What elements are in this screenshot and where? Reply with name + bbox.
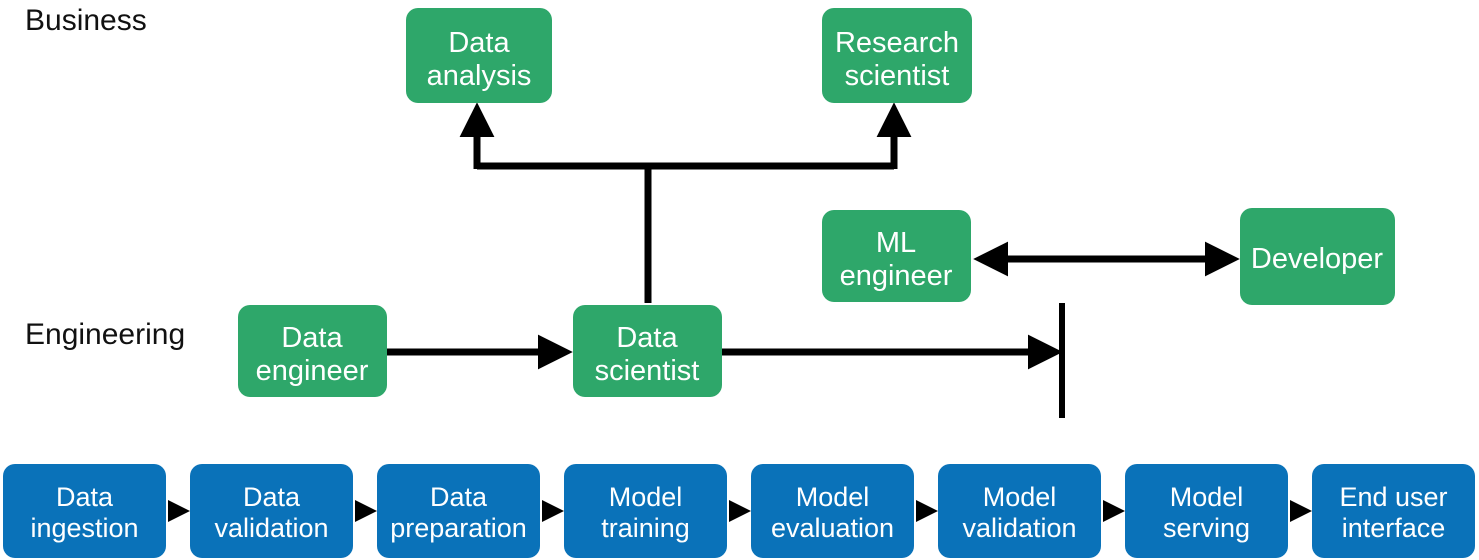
node-ml-engineer[interactable]: ML engineer xyxy=(822,210,971,302)
pipeline-stage[interactable]: Dataingestion xyxy=(3,464,166,558)
node-research-scientist[interactable]: Research scientist xyxy=(822,8,972,103)
node-developer-label: Developer xyxy=(1251,243,1384,275)
pipeline-stage-label-line2: serving xyxy=(1163,513,1250,543)
node-ml-engineer-label-line1: ML xyxy=(876,227,916,259)
pipeline-stage[interactable]: Modelvalidation xyxy=(938,464,1101,558)
diagram-canvas: Business Engineering Data analysis Resea… xyxy=(0,0,1479,560)
node-data-engineer-label-line2: engineer xyxy=(256,355,369,387)
pipeline-stage[interactable]: Datapreparation xyxy=(377,464,540,558)
pipeline-stage[interactable]: Modelevaluation xyxy=(751,464,914,558)
pipeline-stage-label-line2: evaluation xyxy=(771,513,894,543)
node-data-scientist-label-line1: Data xyxy=(616,322,678,354)
node-data-engineer-label-line1: Data xyxy=(281,322,343,354)
pipeline-stage-label-line2: interface xyxy=(1342,513,1446,543)
pipeline-stage[interactable]: Modeltraining xyxy=(564,464,727,558)
pipeline-stage-label-line2: validation xyxy=(214,513,328,543)
node-developer[interactable]: Developer xyxy=(1240,208,1395,305)
pipeline-row: DataingestionDatavalidationDatapreparati… xyxy=(3,464,1475,558)
node-data-scientist-label-line2: scientist xyxy=(595,355,700,387)
node-data-engineer[interactable]: Data engineer xyxy=(238,305,387,397)
pipeline-stage[interactable]: Datavalidation xyxy=(190,464,353,558)
pipeline-stage-label-line2: preparation xyxy=(390,513,527,543)
pipeline-stage-label-line2: training xyxy=(601,513,690,543)
lane-label-engineering: Engineering xyxy=(25,318,185,351)
pipeline-stage-label-line2: validation xyxy=(962,513,1076,543)
pipeline-stage-label-line1: Model xyxy=(609,482,683,512)
pipeline-stage-label-line1: Data xyxy=(430,482,488,512)
pipeline-stage-label-line1: End user xyxy=(1339,482,1447,512)
node-research-scientist-label-line1: Research xyxy=(835,27,959,59)
pipeline-stage-label-line1: Data xyxy=(243,482,301,512)
lane-label-business: Business xyxy=(25,4,147,37)
node-data-analysis[interactable]: Data analysis xyxy=(406,8,552,103)
pipeline-stage-label-line1: Model xyxy=(983,482,1057,512)
pipeline-stage[interactable]: End userinterface xyxy=(1312,464,1475,558)
pipeline-stage-label-line1: Model xyxy=(796,482,870,512)
pipeline-stage[interactable]: Modelserving xyxy=(1125,464,1288,558)
roles-and-pipeline-diagram: Business Engineering Data analysis Resea… xyxy=(3,4,1475,558)
node-ml-engineer-label-line2: engineer xyxy=(840,260,953,292)
pipeline-stage-label-line2: ingestion xyxy=(30,513,138,543)
node-data-scientist[interactable]: Data scientist xyxy=(573,305,722,397)
node-data-analysis-label-line1: Data xyxy=(448,27,510,59)
node-data-analysis-label-line2: analysis xyxy=(427,60,532,92)
node-research-scientist-label-line2: scientist xyxy=(845,60,950,92)
pipeline-stage-label-line1: Data xyxy=(56,482,114,512)
pipeline-stage-label-line1: Model xyxy=(1170,482,1244,512)
